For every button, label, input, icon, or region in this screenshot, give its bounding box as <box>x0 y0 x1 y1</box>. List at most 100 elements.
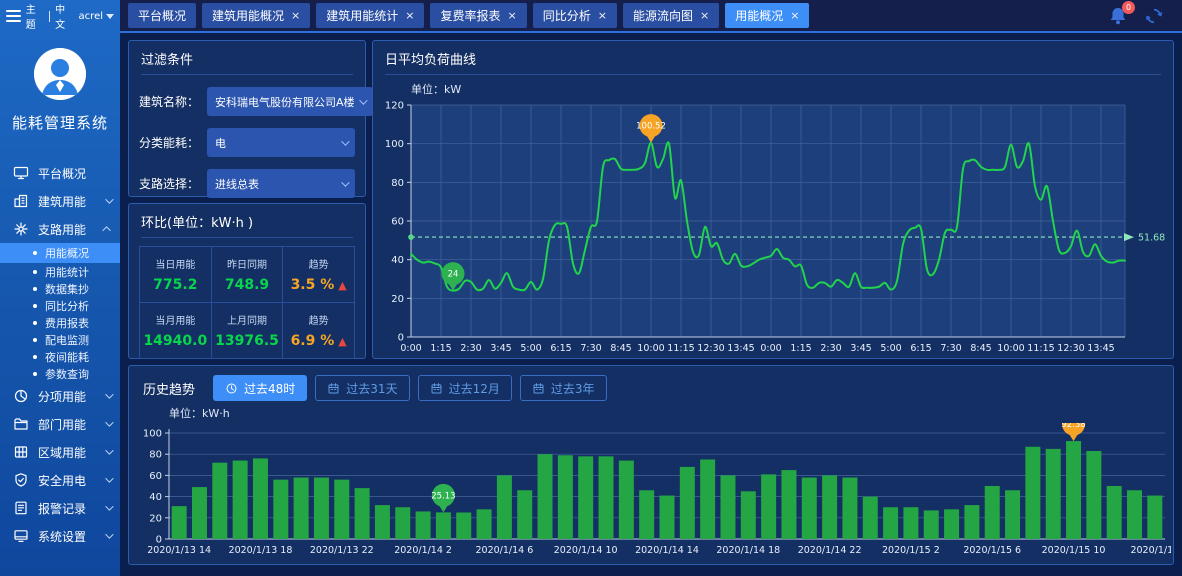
kpi-value: 13976.5 <box>212 333 283 349</box>
load-curve-chart: 0204060801001200:001:152:303:455:006:157… <box>373 99 1171 361</box>
sidebar-item-label: 支路用能 <box>38 221 86 238</box>
sidebar-subitem-label: 夜间能耗 <box>45 349 89 365</box>
close-tab-icon[interactable]: × <box>291 9 300 22</box>
sidebar-subitem[interactable]: 配电监测 <box>0 331 120 348</box>
close-tab-icon[interactable]: × <box>790 9 799 22</box>
trend-range-button[interactable]: 过去12月 <box>418 375 512 401</box>
notifications-button[interactable]: 0 <box>1108 6 1128 26</box>
clock-icon <box>225 382 238 395</box>
sidebar-subitem[interactable]: 用能统计 <box>0 263 120 280</box>
sidebar-subitem-label: 同比分析 <box>45 298 89 314</box>
close-tab-icon[interactable]: × <box>700 9 709 22</box>
svg-text:60: 60 <box>391 217 404 228</box>
bar <box>477 509 492 539</box>
ring-compare-title: 环比(单位：kW·h ) <box>129 204 365 237</box>
trend-range-label: 过去31天 <box>346 380 397 397</box>
kpi-value: 6.9 %▲ <box>283 333 354 349</box>
svg-text:80: 80 <box>391 178 404 189</box>
sidebar-item[interactable]: 系统设置 <box>0 522 120 550</box>
trend-range-button[interactable]: 过去3年 <box>520 375 607 401</box>
trend-range-button[interactable]: 过去31天 <box>315 375 409 401</box>
sidebar-item[interactable]: 报警记录 <box>0 494 120 522</box>
load-curve-panel: 日平均负荷曲线 单位：kW 0204060801001200:001:152:3… <box>372 40 1174 359</box>
svg-text:100: 100 <box>385 139 404 150</box>
tab[interactable]: 用能概况 × <box>725 3 809 28</box>
svg-text:24: 24 <box>448 270 459 280</box>
filter-panel-title: 过滤条件 <box>129 41 365 74</box>
sidebar-subitem[interactable]: 同比分析 <box>0 297 120 314</box>
svg-text:2020/1/15 2: 2020/1/15 2 <box>882 545 940 556</box>
sidebar-item[interactable]: 平台概况 <box>0 159 120 187</box>
tab-label: 用能概况 <box>735 7 783 24</box>
trend-range-button[interactable]: 过去48时 <box>213 375 307 401</box>
close-tab-icon[interactable]: × <box>405 9 414 22</box>
svg-text:20: 20 <box>391 294 404 305</box>
sidebar-item[interactable]: 安全用电 <box>0 466 120 494</box>
sidebar-subitem[interactable]: 参数查询 <box>0 365 120 382</box>
sidebar-subitem[interactable]: 费用报表 <box>0 314 120 331</box>
svg-text:0:00: 0:00 <box>760 343 781 354</box>
tab[interactable]: 复费率报表× <box>430 3 526 28</box>
sidebar-item[interactable]: 区域用能 <box>0 438 120 466</box>
user-menu[interactable]: acrel <box>79 11 114 22</box>
bar <box>599 456 614 539</box>
filter-label: 建筑名称： <box>139 93 207 110</box>
calendar-icon <box>327 382 340 395</box>
topbar-icons: 0 <box>1108 6 1182 26</box>
svg-text:2020/1/14 6: 2020/1/14 6 <box>475 545 533 556</box>
svg-text:40: 40 <box>149 492 162 503</box>
svg-text:92.38: 92.38 <box>1061 423 1085 430</box>
bar <box>416 511 431 539</box>
filter-select[interactable]: 进线总表 <box>207 169 355 198</box>
svg-text:0: 0 <box>156 535 162 546</box>
close-tab-icon[interactable]: × <box>598 9 607 22</box>
svg-text:120: 120 <box>385 101 404 112</box>
kpi-cell: 当月用能14940.0 <box>140 303 211 358</box>
tab[interactable]: 建筑用能概况× <box>202 3 310 28</box>
tab[interactable]: 能源流向图× <box>623 3 719 28</box>
bar <box>761 474 776 539</box>
sidebar: 主题 中文 acrel 能耗管理系统 平台概况建筑用能支路用能用能概况用能统计数… <box>0 0 120 576</box>
menu-toggle-icon[interactable] <box>6 10 21 22</box>
trend-up-icon: ▲ <box>338 335 346 348</box>
sidebar-item[interactable]: 部门用能 <box>0 410 120 438</box>
alarm-icon <box>13 500 29 516</box>
sidebar-item-label: 报警记录 <box>38 500 86 517</box>
y-axis-labels: 020406080100120 <box>385 101 411 344</box>
svg-text:25.13: 25.13 <box>431 491 455 501</box>
sidebar-subitem[interactable]: 数据集抄 <box>0 280 120 297</box>
theme-link[interactable]: 主题 <box>26 1 44 31</box>
history-trend-header: 历史趋势 过去48时过去31天过去12月过去3年 <box>129 366 1173 403</box>
tab[interactable]: 平台概况 <box>128 3 196 28</box>
divider <box>49 11 50 22</box>
svg-text:2020/1/13 22: 2020/1/13 22 <box>310 545 374 556</box>
close-tab-icon[interactable]: × <box>508 9 517 22</box>
kpi-label: 当日用能 <box>140 256 211 271</box>
language-link[interactable]: 中文 <box>55 1 73 31</box>
svg-text:2020/1/14 22: 2020/1/14 22 <box>798 545 862 556</box>
calendar-icon <box>430 382 443 395</box>
filter-select[interactable]: 安科瑞电气股份有限公司A楼 <box>207 87 373 116</box>
sidebar-subitem[interactable]: 夜间能耗 <box>0 348 120 365</box>
tab[interactable]: 同比分析× <box>533 3 617 28</box>
sidebar-item[interactable]: 分项用能 <box>0 382 120 410</box>
sidebar-item[interactable]: 支路用能 <box>0 215 120 243</box>
bar <box>436 512 451 539</box>
svg-text:2020/1/14 18: 2020/1/14 18 <box>716 545 780 556</box>
svg-text:3:45: 3:45 <box>850 343 871 354</box>
sidebar-item[interactable]: 建筑用能 <box>0 187 120 215</box>
bar <box>253 458 268 539</box>
tab[interactable]: 建筑用能统计× <box>316 3 424 28</box>
bar <box>985 486 1000 539</box>
refresh-button[interactable] <box>1144 6 1164 26</box>
sidebar-item-label: 分项用能 <box>38 388 86 405</box>
kpi-cell: 上月同期13976.5 <box>212 303 283 358</box>
filter-select[interactable]: 电 <box>207 128 355 157</box>
kpi-label: 趋势 <box>283 256 354 271</box>
svg-text:12:30: 12:30 <box>697 343 724 354</box>
sidebar-subitem[interactable]: 用能概况 <box>0 243 120 263</box>
filter-label: 支路选择： <box>139 175 207 192</box>
sidebar-item-label: 平台概况 <box>38 165 86 182</box>
x-axis-labels: 2020/1/13 142020/1/13 182020/1/13 222020… <box>147 545 1171 556</box>
kpi-cell: 昨日同期748.9 <box>212 247 283 302</box>
